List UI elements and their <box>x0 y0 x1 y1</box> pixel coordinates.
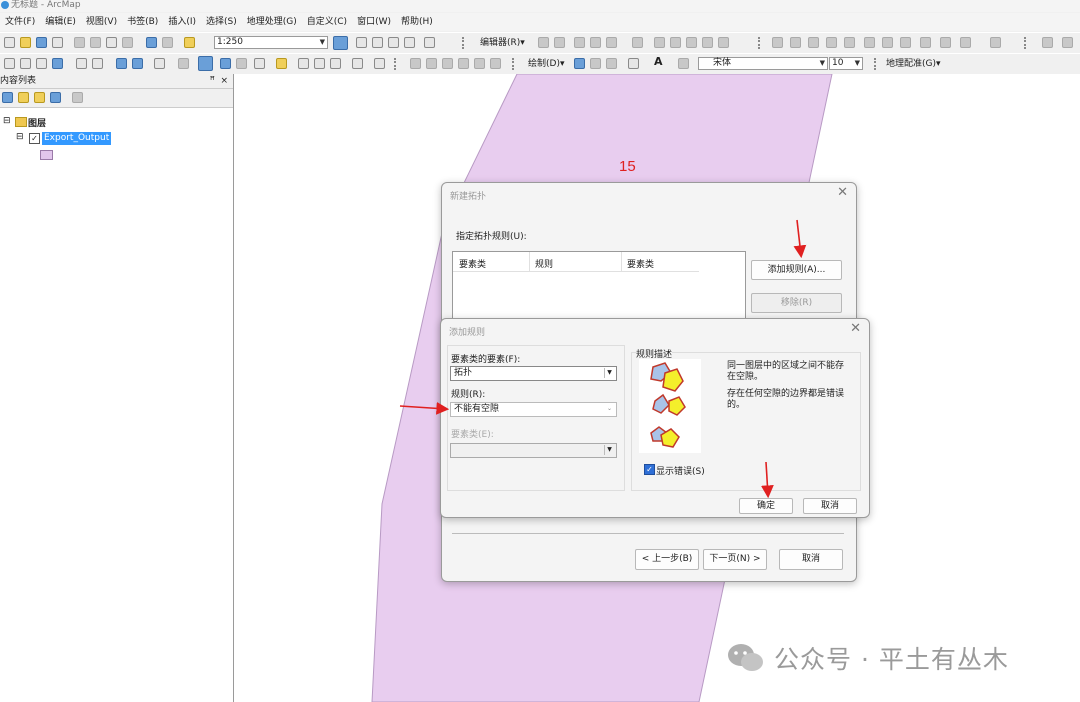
arrow-to-add-rule <box>793 219 807 259</box>
arrow-to-ok-button <box>761 461 774 499</box>
arrow-to-rule-select <box>399 401 450 415</box>
annotation-arrows <box>399 219 807 499</box>
